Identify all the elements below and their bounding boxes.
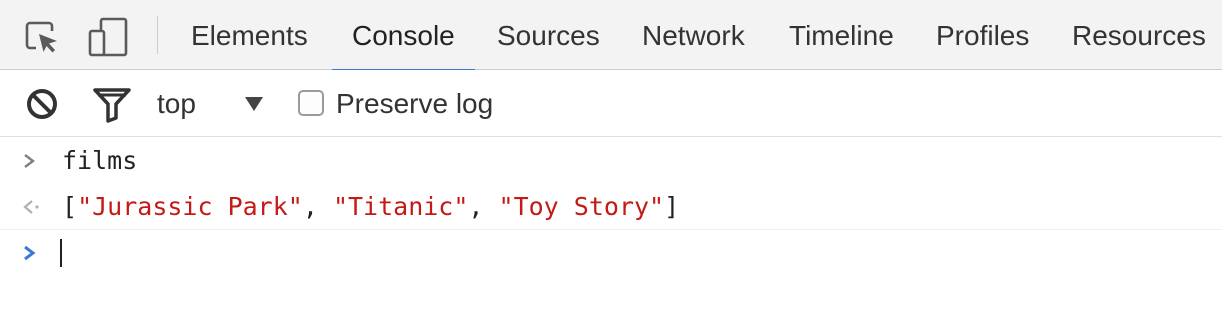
tab-console[interactable]: Console — [332, 0, 475, 71]
input-prompt-icon — [22, 230, 44, 276]
inspect-element-icon[interactable] — [22, 17, 62, 57]
array-separator: , — [302, 192, 333, 221]
console-command-row: films — [0, 138, 1222, 184]
command-text: films — [62, 146, 138, 175]
result-arrow-icon — [22, 184, 44, 230]
tab-timeline[interactable]: Timeline — [789, 0, 894, 70]
tab-profiles[interactable]: Profiles — [936, 0, 1029, 70]
command-chevron-icon — [22, 138, 44, 184]
tab-resources[interactable]: Resources — [1072, 0, 1206, 70]
console-toolbar: top Preserve log — [0, 70, 1222, 137]
devtools-tabbar: Elements Console Sources Network Timelin… — [0, 0, 1222, 71]
console-result-row: ["Jurassic Park", "Titanic", "Toy Story"… — [0, 184, 1222, 230]
array-item: "Titanic" — [332, 192, 469, 221]
clear-console-icon[interactable] — [24, 86, 60, 127]
preserve-log-label: Preserve log — [336, 88, 494, 119]
tab-elements[interactable]: Elements — [191, 0, 308, 70]
array-item: "Jurassic Park" — [77, 192, 303, 221]
console-input-row[interactable] — [0, 230, 1222, 276]
context-selector[interactable]: top — [157, 70, 196, 138]
array-open-bracket: [ — [62, 192, 78, 221]
preserve-log-checkbox[interactable] — [298, 90, 324, 116]
result-text[interactable]: ["Jurassic Park", "Titanic", "Toy Story"… — [62, 184, 679, 230]
text-cursor — [60, 239, 62, 267]
array-close-bracket: ] — [664, 192, 680, 221]
console-messages: films ["Jurassic Park", "Titanic", "Toy … — [0, 138, 1222, 276]
tab-sources[interactable]: Sources — [497, 0, 600, 70]
filter-icon[interactable] — [92, 87, 132, 128]
array-separator: , — [468, 192, 499, 221]
device-mode-icon[interactable] — [86, 17, 128, 57]
tab-network[interactable]: Network — [642, 0, 745, 70]
dropdown-arrow-icon[interactable] — [244, 96, 264, 117]
array-item: "Toy Story" — [498, 192, 665, 221]
tabbar-divider — [157, 16, 158, 54]
